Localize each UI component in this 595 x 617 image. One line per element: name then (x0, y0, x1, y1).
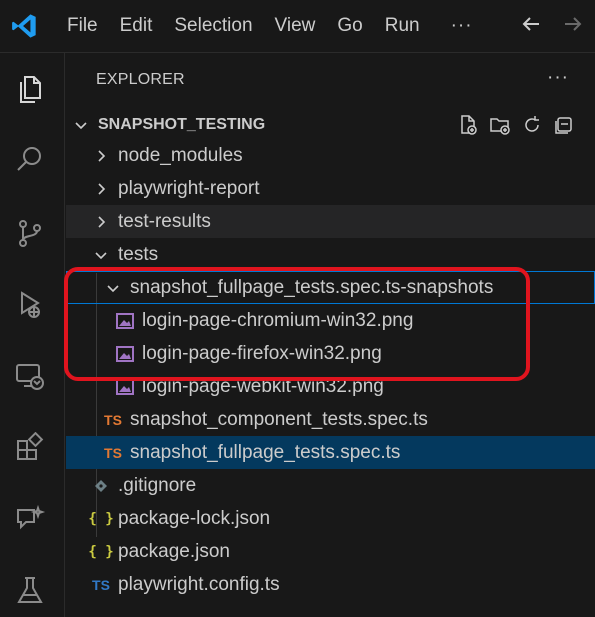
explorer-more-icon[interactable]: ··· (547, 67, 569, 89)
back-arrow-icon[interactable] (519, 12, 543, 41)
chevron-right-icon (90, 145, 112, 167)
refresh-icon[interactable] (521, 114, 543, 141)
tree-item-playwright-report[interactable]: playwright-report (66, 172, 595, 205)
source-control-icon[interactable] (10, 213, 50, 253)
tree-item-label: package.json (118, 540, 230, 562)
menu-run[interactable]: Run (374, 0, 431, 52)
explorer-header: EXPLORER (96, 71, 185, 88)
tree-item-label: playwright.config.ts (118, 573, 280, 595)
menu-bar: File Edit Selection View Go Run ··· (56, 0, 491, 52)
tree-item-label: .gitignore (118, 474, 197, 496)
chevron-down-icon (90, 244, 112, 266)
workspace-title: SNAPSHOT_TESTING (98, 115, 266, 133)
tree-item-webkit-png[interactable]: login-page-webkit-win32.png (66, 370, 595, 403)
chevron-down-icon (102, 277, 124, 299)
menu-view[interactable]: View (264, 0, 327, 52)
tree-item-label: login-page-webkit-win32.png (142, 375, 384, 397)
extensions-icon[interactable] (10, 428, 50, 468)
tree-item-fullpage-spec[interactable]: TS snapshot_fullpage_tests.spec.ts (66, 436, 595, 469)
chevron-right-icon (90, 211, 112, 233)
typescript-file-icon: TS (104, 411, 122, 428)
tree-item-firefox-png[interactable]: login-page-firefox-win32.png (66, 337, 595, 370)
tree-item-label: snapshot_fullpage_tests.spec.ts (130, 441, 401, 463)
navigation-arrows (519, 12, 585, 41)
tree-item-gitignore[interactable]: .gitignore (66, 469, 595, 502)
tree-item-label: package-lock.json (118, 507, 271, 529)
forward-arrow-icon[interactable] (561, 12, 585, 41)
tree-item-package-json[interactable]: { } package.json (66, 535, 595, 568)
chevron-down-icon (70, 114, 92, 136)
menu-edit[interactable]: Edit (109, 0, 164, 52)
section-actions (457, 114, 575, 141)
typescript-config-icon: TS (92, 576, 110, 593)
chevron-right-icon (90, 178, 112, 200)
activity-bar (0, 53, 65, 617)
workspace-section-header[interactable]: SNAPSHOT_TESTING (66, 108, 595, 141)
tree-item-test-results[interactable]: test-results (66, 205, 595, 238)
menu-more-icon[interactable]: ··· (431, 15, 491, 37)
remote-explorer-icon[interactable] (10, 356, 50, 396)
git-file-icon (90, 479, 112, 493)
tree-item-package-lock[interactable]: { } package-lock.json (66, 502, 595, 535)
new-file-icon[interactable] (457, 114, 479, 141)
tree-item-snapshots-folder[interactable]: snapshot_fullpage_tests.spec.ts-snapshot… (66, 271, 595, 304)
vscode-logo-icon (4, 6, 44, 46)
image-file-icon (114, 378, 136, 395)
chat-icon[interactable] (10, 499, 50, 539)
menu-selection[interactable]: Selection (163, 0, 263, 52)
tree-item-label: snapshot_component_tests.spec.ts (130, 408, 428, 430)
menu-file[interactable]: File (56, 0, 109, 52)
tree-item-label: node_modules (118, 144, 243, 166)
tree-item-label: test-results (118, 210, 211, 232)
json-file-icon: { } (88, 543, 114, 560)
explorer-panel: EXPLORER ··· SNAPSHOT_TESTING node_modul… (66, 53, 595, 617)
json-file-icon: { } (88, 510, 114, 527)
new-folder-icon[interactable] (489, 114, 511, 141)
search-icon[interactable] (10, 139, 50, 179)
tree-item-chromium-png[interactable]: login-page-chromium-win32.png (66, 304, 595, 337)
testing-icon[interactable] (10, 571, 50, 611)
typescript-file-icon: TS (104, 444, 122, 461)
collapse-all-icon[interactable] (553, 114, 575, 141)
title-bar: File Edit Selection View Go Run ··· (0, 0, 595, 53)
tree-item-playwright-config[interactable]: TS playwright.config.ts (66, 568, 595, 601)
tree-item-label: snapshot_fullpage_tests.spec.ts-snapshot… (130, 276, 494, 298)
tree-item-label: tests (118, 243, 159, 265)
image-file-icon (114, 345, 136, 362)
tree-item-node-modules[interactable]: node_modules (66, 139, 595, 172)
menu-go[interactable]: Go (326, 0, 373, 52)
tree-item-label: login-page-chromium-win32.png (142, 309, 414, 331)
explorer-icon[interactable] (10, 69, 50, 109)
tree-item-label: playwright-report (118, 177, 260, 199)
run-debug-icon[interactable] (10, 285, 50, 325)
tree-item-label: login-page-firefox-win32.png (142, 342, 382, 364)
tree-item-component-spec[interactable]: TS snapshot_component_tests.spec.ts (66, 403, 595, 436)
tree-item-tests[interactable]: tests (66, 238, 595, 271)
image-file-icon (114, 312, 136, 329)
